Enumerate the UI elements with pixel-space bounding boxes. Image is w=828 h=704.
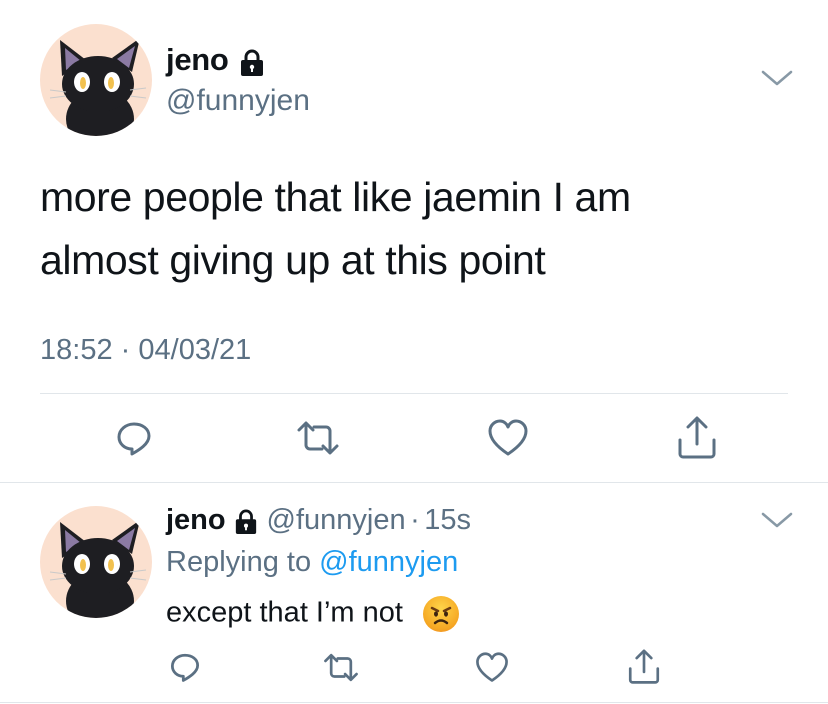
reply-author-handle[interactable]: @funnyjen <box>267 504 406 536</box>
reply-icon[interactable] <box>114 418 154 458</box>
share-icon[interactable] <box>626 648 662 686</box>
author-name[interactable]: jeno <box>166 42 229 77</box>
cat-avatar-icon <box>49 38 147 136</box>
share-icon[interactable] <box>676 416 718 460</box>
author-row: jeno <box>166 42 265 82</box>
cat-avatar-icon <box>49 520 147 618</box>
heart-icon[interactable] <box>474 650 510 684</box>
tweet-timestamp[interactable]: 18:52 · 04/03/21 <box>40 334 251 367</box>
lock-icon <box>234 509 258 540</box>
tweet-time: 18:52 <box>40 334 113 366</box>
tweet-date: 04/03/21 <box>138 334 252 366</box>
replying-prefix: Replying to <box>166 546 312 578</box>
tweet-text-line-1: more people that like jaemin I am <box>40 174 631 220</box>
replying-to-line: Replying to @funnyjen <box>166 546 458 579</box>
reply-icon[interactable] <box>168 650 202 684</box>
lock-icon <box>239 49 265 82</box>
author-handle[interactable]: @funnyjen <box>166 84 310 118</box>
chevron-down-icon[interactable] <box>760 68 794 88</box>
replying-to-link[interactable]: @funnyjen <box>319 546 458 578</box>
chevron-down-icon[interactable] <box>760 510 794 530</box>
tweet-text-line-2: almost giving up at this point <box>40 237 546 283</box>
retweet-icon[interactable] <box>296 418 340 458</box>
reply-text-row: except that I’m not <box>166 596 460 632</box>
meta-separator: · <box>120 334 131 366</box>
meta-separator: · <box>410 504 420 536</box>
reply-author-name[interactable]: jeno <box>166 504 226 536</box>
reply-header: jeno @funnyjen · 15s <box>166 504 471 540</box>
reply-avatar[interactable] <box>40 506 152 618</box>
angry-face-emoji-icon <box>423 596 460 632</box>
divider <box>40 393 788 394</box>
bottom-divider <box>0 702 828 703</box>
retweet-icon[interactable] <box>322 650 360 684</box>
avatar[interactable] <box>40 24 152 136</box>
reply-text: except that I’m not <box>166 596 403 629</box>
reply-age[interactable]: 15s <box>424 504 471 536</box>
heart-icon[interactable] <box>487 418 529 458</box>
section-divider <box>0 482 828 483</box>
